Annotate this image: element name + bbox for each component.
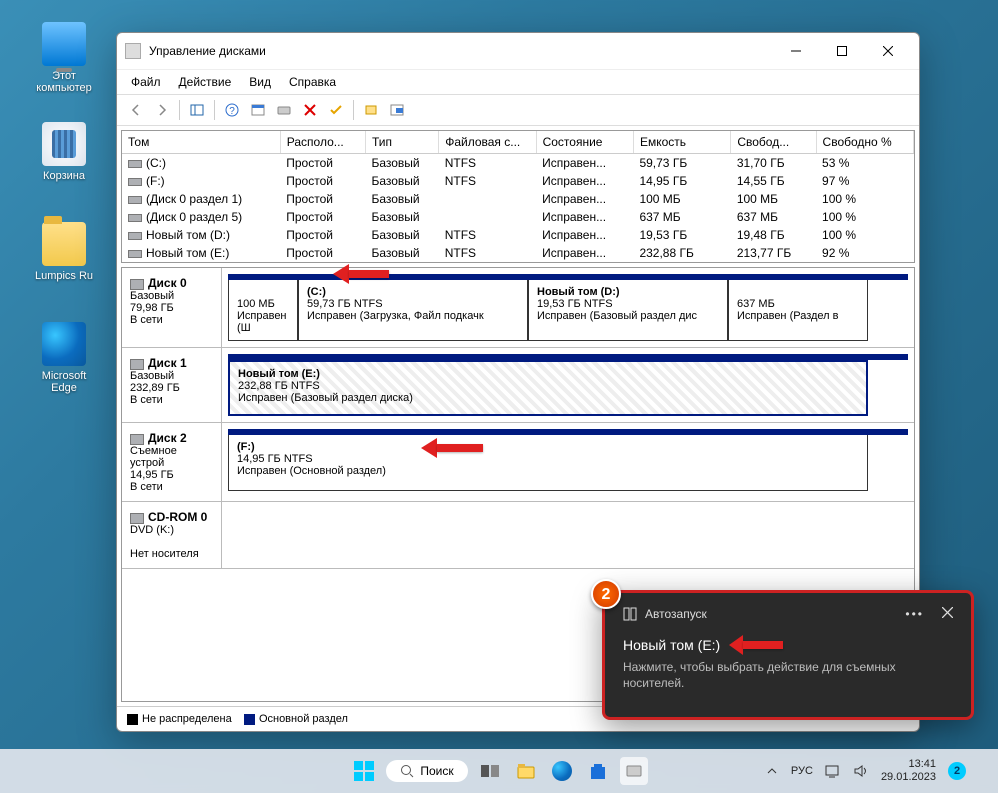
app-icon [125, 43, 141, 59]
volume-row[interactable]: (Диск 0 раздел 5)ПростойБазовыйИсправен.… [122, 208, 914, 226]
volume-list: ТомРасполо...ТипФайловая с...СостояниеЕм… [121, 130, 915, 263]
clock[interactable]: 13:41 29.01.2023 [881, 758, 936, 783]
delete-button[interactable] [298, 99, 322, 121]
partition[interactable]: (C:)59,73 ГБ NTFSИсправен (Загрузка, Фай… [298, 280, 528, 341]
partition[interactable]: 637 МБИсправен (Раздел в [728, 280, 868, 341]
desktop-icon-recycle[interactable]: Корзина [28, 122, 100, 182]
column-header[interactable]: Располо... [280, 131, 365, 154]
autoplay-icon [623, 607, 637, 621]
toolbar-icon[interactable] [185, 99, 209, 121]
step-badge: 2 [591, 579, 621, 609]
column-header[interactable]: Файловая с... [439, 131, 536, 154]
window-title: Управление дисками [149, 44, 773, 58]
volume-row[interactable]: Новый том (E:)ПростойБазовыйNTFSИсправен… [122, 244, 914, 262]
close-notification[interactable] [942, 607, 953, 621]
toolbar-icon[interactable] [272, 99, 296, 121]
partition[interactable]: Новый том (D:)19,53 ГБ NTFSИсправен (Баз… [528, 280, 728, 341]
menu-action[interactable]: Действие [171, 72, 240, 92]
disk-info[interactable]: Диск 0Базовый79,98 ГБВ сети [122, 268, 222, 347]
menu-help[interactable]: Справка [281, 72, 344, 92]
menubar: Файл Действие Вид Справка [117, 69, 919, 95]
store-icon[interactable] [584, 757, 612, 785]
language-indicator[interactable]: РУС [791, 765, 813, 777]
help-button[interactable]: ? [220, 99, 244, 121]
disk-row: Диск 0Базовый79,98 ГБВ сети100 МБИсправе… [122, 268, 914, 348]
forward-button[interactable] [150, 99, 174, 121]
disk-info[interactable]: Диск 2Съемное устрой14,95 ГБВ сети [122, 423, 222, 501]
explorer-icon[interactable] [512, 757, 540, 785]
menu-view[interactable]: Вид [241, 72, 279, 92]
disk-row: CD-ROM 0DVD (K:)Нет носителя [122, 502, 914, 569]
volume-row[interactable]: (C:)ПростойБазовыйNTFSИсправен...59,73 Г… [122, 154, 914, 173]
disk-info[interactable]: Диск 1Базовый232,89 ГБВ сети [122, 348, 222, 422]
autoplay-notification[interactable]: 2 Автозапуск ••• Новый том (E:) Нажмите,… [602, 590, 974, 720]
partition[interactable]: Новый том (E:)232,88 ГБ NTFSИсправен (Ба… [228, 360, 868, 416]
volume-row[interactable]: (Диск 0 раздел 1)ПростойБазовыйИсправен.… [122, 190, 914, 208]
partition[interactable]: 100 МБИсправен (Ш [228, 280, 298, 341]
notification-app: Автозапуск [645, 607, 707, 621]
back-button[interactable] [124, 99, 148, 121]
maximize-button[interactable] [819, 35, 865, 67]
menu-file[interactable]: Файл [123, 72, 169, 92]
volume-icon[interactable] [853, 764, 869, 778]
desktop-icon-folder[interactable]: Lumpics Ru [28, 222, 100, 282]
chevron-up-icon[interactable] [765, 764, 779, 778]
recycle-icon [42, 122, 86, 166]
column-header[interactable]: Свобод... [731, 131, 816, 154]
volume-row[interactable]: Новый том (D:)ПростойБазовыйNTFSИсправен… [122, 226, 914, 244]
search-icon [400, 764, 414, 778]
disk-row: Диск 2Съемное устрой14,95 ГБВ сети(F:)14… [122, 423, 914, 502]
toolbar-icon[interactable] [246, 99, 270, 121]
toolbar-icon[interactable] [385, 99, 409, 121]
more-button[interactable]: ••• [905, 607, 924, 621]
start-button[interactable] [350, 757, 378, 785]
toolbar: ? [117, 95, 919, 126]
close-button[interactable] [865, 35, 911, 67]
task-view[interactable] [476, 757, 504, 785]
titlebar[interactable]: Управление дисками [117, 33, 919, 69]
disk-row: Диск 1Базовый232,89 ГБВ сетиНовый том (E… [122, 348, 914, 423]
column-header[interactable]: Том [122, 131, 280, 154]
notification-title: Новый том (E:) [623, 637, 720, 653]
check-button[interactable] [324, 99, 348, 121]
folder-icon [42, 222, 86, 266]
taskbar-search[interactable]: Поиск [386, 760, 467, 782]
column-header[interactable]: Свободно % [816, 131, 913, 154]
notification-count[interactable]: 2 [948, 762, 966, 780]
column-header[interactable]: Тип [365, 131, 438, 154]
notification-body: Нажмите, чтобы выбрать действие для съем… [623, 659, 953, 691]
desktop-icon-edge[interactable]: Microsoft Edge [28, 322, 100, 394]
disk-info[interactable]: CD-ROM 0DVD (K:)Нет носителя [122, 502, 222, 568]
minimize-button[interactable] [773, 35, 819, 67]
partition[interactable]: (F:)14,95 ГБ NTFSИсправен (Основной разд… [228, 435, 868, 491]
column-header[interactable]: Емкость [633, 131, 730, 154]
svg-text:?: ? [229, 106, 235, 117]
toolbar-icon[interactable] [359, 99, 383, 121]
desktop-icon-this-pc[interactable]: Этот компьютер [28, 22, 100, 94]
edge-taskbar-icon[interactable] [548, 757, 576, 785]
annotation-arrow [730, 635, 783, 655]
network-icon[interactable] [825, 764, 841, 778]
edge-icon [42, 322, 86, 366]
taskbar: Поиск РУС 13:41 29.01.2023 2 [0, 749, 998, 793]
volume-row[interactable]: (F:)ПростойБазовыйNTFSИсправен...14,95 Г… [122, 172, 914, 190]
pc-icon [42, 22, 86, 66]
diskmgmt-taskbar-icon[interactable] [620, 757, 648, 785]
column-header[interactable]: Состояние [536, 131, 633, 154]
